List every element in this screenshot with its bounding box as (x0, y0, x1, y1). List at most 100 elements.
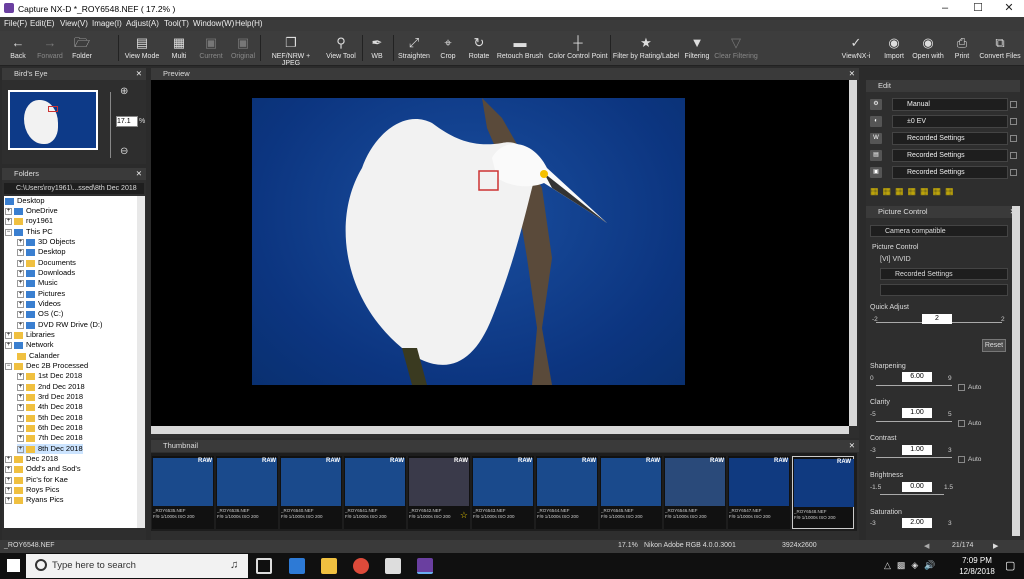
folder-tree-scrollbar[interactable] (137, 196, 145, 528)
open-with-button[interactable]: ◉ Open with (910, 33, 946, 65)
zoom-out-icon[interactable]: ⊖ (120, 146, 128, 157)
checkbox[interactable] (1010, 169, 1017, 176)
import-button[interactable]: ◉ Import (880, 33, 908, 65)
close-icon[interactable]: ✕ (136, 68, 142, 80)
tree-item[interactable]: + Music (17, 278, 58, 288)
multi-button[interactable]: ▦ Multi (164, 33, 194, 65)
tree-item[interactable]: + Roys Pics (5, 485, 59, 495)
thumbnail-item[interactable]: RAW _ROY6546.NEF F/9 1/1000s ISO 200 (664, 456, 726, 529)
windows-start-icon[interactable] (7, 559, 20, 572)
zoom-field[interactable] (116, 116, 138, 127)
capture-nxd-icon[interactable] (417, 558, 433, 574)
view-tool-button[interactable]: ⚲ View Tool (323, 33, 359, 65)
maximize-button[interactable]: ☐ (963, 1, 993, 16)
prev-image-button[interactable]: ◀ (924, 542, 929, 550)
tree-item[interactable]: + OneDrive (5, 206, 58, 216)
color-control-point-button[interactable]: ┼ Color Control Point (548, 33, 608, 65)
edit-row-active-dlighting[interactable]: ▣ Recorded Settings (870, 166, 1017, 180)
quick-adjust-value[interactable]: 2 (922, 314, 952, 324)
crop-button[interactable]: ⌖ Crop (436, 33, 460, 65)
menu-window[interactable]: Window(W) (193, 19, 234, 28)
edit-panel-scrollbar[interactable] (1012, 206, 1020, 536)
view-mode-button[interactable]: ▤ View Mode (122, 33, 162, 65)
tree-item[interactable]: +3D Objects (17, 237, 75, 247)
close-icon[interactable]: ✕ (136, 168, 142, 180)
thumbnail-item[interactable]: RAW _ROY6544.NEF F/9 1/1000s ISO 200 (536, 456, 598, 529)
checkbox[interactable] (1010, 135, 1017, 142)
reset-button[interactable]: Reset (982, 339, 1006, 352)
print-button[interactable]: ⎙ Print (950, 33, 974, 65)
picture-control-mode-dropdown[interactable]: Camera compatible (870, 225, 1008, 237)
menu-file[interactable]: File(F) (4, 19, 27, 28)
edit-row-wb[interactable]: W Recorded Settings (870, 132, 1017, 146)
thumbnail-item[interactable]: RAW _ROY6542.NEF F/9 1/1000s ISO 200 ☆ (408, 456, 470, 529)
checkbox[interactable] (1010, 118, 1017, 125)
convert-files-button[interactable]: ⧉ Convert Files (978, 33, 1022, 65)
task-view-icon[interactable] (256, 558, 272, 574)
taskbar-search[interactable]: Type here to search (26, 554, 248, 578)
tree-item[interactable]: + Libraries (5, 330, 55, 340)
menu-tool[interactable]: Tool(T) (164, 19, 189, 28)
tree-item[interactable]: + OS (C:) (17, 309, 63, 319)
tree-item[interactable]: − Dec 2B Processed (5, 361, 88, 371)
tree-item[interactable]: + Desktop (17, 247, 66, 257)
brightness-value[interactable]: 0.00 (902, 482, 932, 492)
file-explorer-icon[interactable] (321, 558, 337, 574)
tree-item[interactable]: Calander (17, 351, 59, 361)
thumbnail-item-selected[interactable]: RAW _ROY6548.NEF F/9 1/1000s ISO 200 (792, 456, 854, 529)
tree-item[interactable]: − This PC (5, 227, 53, 237)
preview-vertical-scrollbar[interactable] (849, 80, 857, 426)
tree-item[interactable]: + Odd's and Sod's (5, 464, 81, 474)
sharpening-value[interactable]: 6.00 (902, 372, 932, 382)
tree-item[interactable]: + DVD RW Drive (D:) (17, 320, 102, 330)
viewnx-button[interactable]: ✓ ViewNX-i (840, 33, 872, 65)
minimize-button[interactable]: – (930, 1, 960, 16)
microphone-icon[interactable]: ♫ (230, 559, 238, 571)
edit-row-exposure[interactable]: ◐ ±0 EV (870, 115, 1017, 129)
calculator-icon[interactable] (385, 558, 401, 574)
contrast-value[interactable]: 1.00 (902, 445, 932, 455)
tree-item[interactable]: +2nd Dec 2018 (17, 382, 85, 392)
chrome-icon[interactable] (353, 558, 369, 574)
tree-item[interactable]: +1st Dec 2018 (17, 371, 82, 381)
close-button[interactable]: ✕ (994, 1, 1024, 16)
wb-button[interactable]: ✒ WB (364, 33, 390, 65)
preview-photo[interactable] (252, 98, 685, 385)
tree-item[interactable]: + Ryans Pics (5, 495, 64, 505)
back-button[interactable]: ← Back (4, 33, 32, 65)
forward-button[interactable]: → Forward (34, 33, 66, 65)
close-icon[interactable]: ✕ (849, 440, 855, 452)
tree-item[interactable]: + Dec 2018 (5, 454, 58, 464)
tree-item[interactable]: + Videos (17, 299, 61, 309)
tree-item-selected[interactable]: +8th Dec 2018 (17, 444, 83, 454)
thumbnail-item[interactable]: RAW _ROY6545.NEF F/9 1/1000s ISO 200 (600, 456, 662, 529)
filter-by-rating-button[interactable]: ★ Filter by Rating/Label (612, 33, 680, 65)
tree-item[interactable]: +3rd Dec 2018 (17, 392, 83, 402)
straighten-button[interactable]: ⤢ Straighten (396, 33, 432, 65)
menu-help[interactable]: Help(H) (235, 19, 263, 28)
thumbnail-item[interactable]: RAW _ROY6547.NEF F/9 1/1000s ISO 200 (728, 456, 790, 529)
recorded-settings-dropdown[interactable]: Recorded Settings (880, 268, 1008, 280)
menu-edit[interactable]: Edit(E) (30, 19, 54, 28)
edge-icon[interactable] (289, 558, 305, 574)
tree-item[interactable]: +4th Dec 2018 (17, 402, 83, 412)
notifications-icon[interactable]: ▢ (1005, 559, 1015, 572)
original-button[interactable]: ▣ Original (228, 33, 258, 65)
tree-item[interactable]: +6th Dec 2018 (17, 423, 83, 433)
tree-item[interactable]: + Downloads (17, 268, 75, 278)
picture-control-preset-dropdown[interactable] (880, 284, 1008, 296)
rotate-button[interactable]: ↻ Rotate (464, 33, 494, 65)
filtering-button[interactable]: ▼ Filtering (682, 33, 712, 65)
birds-eye-thumbnail[interactable] (8, 90, 98, 150)
tree-item[interactable]: +7th Dec 2018 (17, 433, 83, 443)
adjustment-tool-icons[interactable]: ▦▦▦▦▦▦▦ (870, 186, 1016, 198)
tree-item[interactable]: Desktop (5, 196, 45, 206)
edit-row-white-balance[interactable]: ⚙ Manual (870, 98, 1017, 112)
zoom-in-icon[interactable]: ⊕ (120, 86, 128, 97)
tree-item[interactable]: + Network (5, 340, 54, 350)
menu-image[interactable]: Image(I) (92, 19, 122, 28)
thumbnail-item[interactable]: RAW _ROY6535.NEF F/9 1/1000s ISO 200 (152, 456, 214, 529)
tree-item[interactable]: + Pictures (17, 289, 65, 299)
current-button[interactable]: ▣ Current (196, 33, 226, 65)
checkbox[interactable] (1010, 101, 1017, 108)
